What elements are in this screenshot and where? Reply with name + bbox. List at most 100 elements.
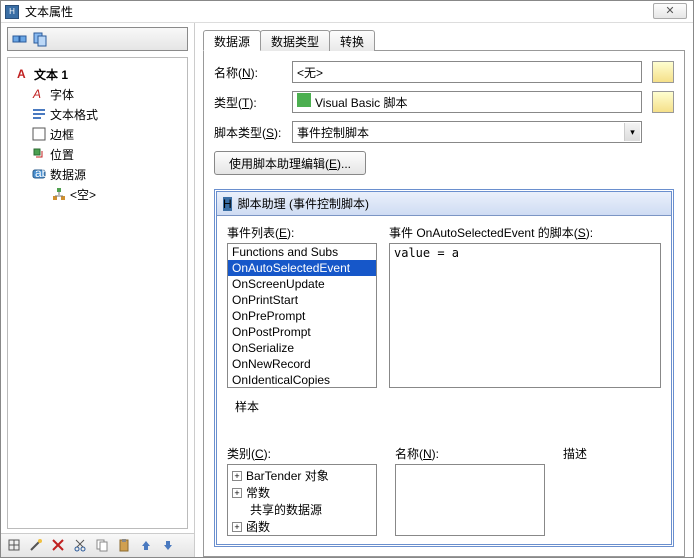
script-helper-panel: H 脚本助理 (事件控制脚本) 事件列表(E): Functions and S… — [214, 189, 674, 547]
bottom-name-label: 名称(N): — [395, 445, 545, 462]
tab-datatype[interactable]: 数据类型 — [260, 30, 330, 51]
cut-icon[interactable] — [73, 538, 89, 554]
nav-tree[interactable]: A 文本 1 A 字体 文本格式 边框 位置 — [7, 57, 188, 529]
bottom-name-list[interactable] — [395, 464, 545, 536]
titlebar: H 文本属性 ✕ — [1, 1, 693, 23]
desc-label: 描述 — [563, 445, 661, 462]
row-name: 名称(N): — [214, 61, 674, 83]
event-item[interactable]: OnPostPrompt — [228, 324, 376, 340]
tabstrip: 数据源 数据类型 转换 — [203, 29, 685, 51]
events-listbox[interactable]: Functions and SubsOnAutoSelectedEventOnS… — [227, 243, 377, 388]
svg-text:ab: ab — [35, 167, 46, 180]
position-icon — [32, 147, 46, 161]
tab-content: 名称(N): 类型(T): Visual Basic 脚本 — [203, 51, 685, 557]
tree-label: 字体 — [50, 86, 74, 103]
text-icon: A — [16, 67, 30, 81]
helper-titlebar: H 脚本助理 (事件控制脚本) — [217, 192, 671, 216]
toolbar-icon-link[interactable] — [12, 31, 28, 47]
svg-text:A: A — [32, 87, 41, 101]
sample-label: 样本 — [235, 398, 661, 415]
tab-transform[interactable]: 转换 — [329, 30, 375, 51]
close-button[interactable]: ✕ — [653, 3, 687, 19]
tab-datasource[interactable]: 数据源 — [203, 30, 261, 51]
tree-label: 数据源 — [50, 166, 86, 183]
event-item[interactable]: OnPrintStart — [228, 292, 376, 308]
category-item[interactable]: + 函数 — [232, 518, 372, 535]
edit-with-helper-button[interactable]: 使用脚本助理编辑(E)... — [214, 151, 366, 175]
category-item[interactable]: + BarTender 对象 — [232, 467, 372, 484]
dropdown-icon: ▾ — [624, 123, 640, 141]
expand-icon[interactable]: + — [232, 471, 242, 481]
script-editor[interactable]: value = a — [389, 243, 661, 388]
vb-icon — [297, 93, 311, 107]
copy-icon[interactable] — [95, 538, 111, 554]
tree-label: 边框 — [50, 126, 74, 143]
category-item[interactable]: + 常数 — [232, 484, 372, 501]
label-scripttype: 脚本类型(S): — [214, 124, 292, 141]
row-scripttype: 脚本类型(S): 事件控制脚本 ▾ — [214, 121, 674, 143]
tree-label: <空> — [70, 186, 96, 203]
category-label: 类别(C): — [227, 445, 377, 462]
window: H 文本属性 ✕ A 文本 1 A 字体 文本格式 — [0, 0, 694, 558]
paste-icon[interactable] — [117, 538, 133, 554]
label-name: 名称(N): — [214, 64, 292, 81]
datasource-icon: ab — [32, 167, 46, 181]
tree-item-font[interactable]: A 字体 — [12, 84, 183, 104]
wand-icon[interactable] — [29, 538, 45, 554]
event-item[interactable]: OnNewRecord — [228, 356, 376, 372]
category-item[interactable]: 共享的数据源 — [232, 501, 372, 518]
type-change-button[interactable] — [652, 91, 674, 113]
border-icon — [32, 127, 46, 141]
event-item[interactable]: OnPrePrompt — [228, 308, 376, 324]
event-item[interactable]: Functions and Subs — [228, 244, 376, 260]
event-item[interactable]: OnSerialize — [228, 340, 376, 356]
label-type: 类型(T): — [214, 94, 292, 111]
category-label: BarTender 对象 — [246, 467, 329, 484]
left-pane: A 文本 1 A 字体 文本格式 边框 位置 — [1, 23, 195, 557]
tree-label: 位置 — [50, 146, 74, 163]
tree-item-datasource[interactable]: ab 数据源 — [12, 164, 183, 184]
svg-text:A: A — [17, 67, 26, 81]
window-title: 文本属性 — [25, 3, 73, 20]
tree-item-datasource-empty[interactable]: <空> — [12, 184, 183, 204]
font-icon: A — [32, 87, 46, 101]
category-label: 函数 — [246, 518, 270, 535]
up-icon[interactable] — [139, 538, 155, 554]
name-browse-button[interactable] — [652, 61, 674, 83]
event-item[interactable]: OnAutoSelectedEvent — [228, 260, 376, 276]
category-label: 共享的数据源 — [250, 501, 322, 518]
scripttype-select[interactable]: 事件控制脚本 ▾ — [292, 121, 642, 143]
category-label: 常数 — [246, 484, 270, 501]
event-item[interactable]: OnScreenUpdate — [228, 276, 376, 292]
script-label: 事件 OnAutoSelectedEvent 的脚本(S): — [389, 224, 661, 241]
expand-icon[interactable]: + — [232, 522, 242, 532]
tree-item-position[interactable]: 位置 — [12, 144, 183, 164]
app-icon: H — [5, 5, 19, 19]
helper-title-text: 脚本助理 (事件控制脚本) — [238, 195, 369, 212]
row-type: 类型(T): Visual Basic 脚本 — [214, 91, 674, 113]
tree-root-label: 文本 1 — [34, 66, 68, 83]
category-tree[interactable]: + BarTender 对象 + 常数共享的数据源 + 函数 — [227, 464, 377, 536]
events-label: 事件列表(E): — [227, 224, 377, 241]
right-pane: 数据源 数据类型 转换 名称(N): 类型(T): Visual Basi — [195, 23, 693, 557]
tree-item-border[interactable]: 边框 — [12, 124, 183, 144]
node-icon — [52, 187, 66, 201]
event-item[interactable]: OnIdenticalCopies — [228, 372, 376, 388]
left-toolbar — [7, 27, 188, 51]
tree-item-textformat[interactable]: 文本格式 — [12, 104, 183, 124]
delete-icon[interactable] — [51, 538, 67, 554]
tree-label: 文本格式 — [50, 106, 98, 123]
name-input[interactable] — [292, 61, 642, 83]
toolbar-icon-copy[interactable] — [32, 31, 48, 47]
tool-icon-1[interactable] — [7, 538, 23, 554]
helper-body: 事件列表(E): Functions and SubsOnAutoSelecte… — [217, 216, 671, 544]
type-display: Visual Basic 脚本 — [292, 91, 642, 113]
format-icon — [32, 107, 46, 121]
body: A 文本 1 A 字体 文本格式 边框 位置 — [1, 23, 693, 557]
row-editbtn: 使用脚本助理编辑(E)... — [214, 151, 674, 175]
helper-icon: H — [223, 197, 232, 211]
bottom-toolbar — [1, 533, 194, 557]
tree-root[interactable]: A 文本 1 — [12, 64, 183, 84]
expand-icon[interactable]: + — [232, 488, 242, 498]
down-icon[interactable] — [161, 538, 177, 554]
